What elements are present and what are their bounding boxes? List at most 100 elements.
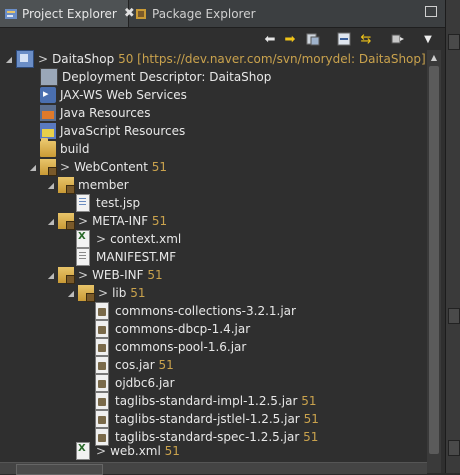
project-explorer-icon bbox=[5, 8, 17, 20]
tree-item-javascript-resources[interactable]: JavaScript Resources bbox=[28, 122, 185, 140]
tree-item-jar[interactable]: commons-collections-3.2.1.jar bbox=[91, 302, 296, 320]
tree-item-label: member bbox=[78, 178, 129, 192]
tree-item-jar[interactable]: ojdbc6.jar bbox=[91, 374, 175, 392]
tree-item-jar[interactable]: taglibs-standard-impl-1.2.5.jar 51 bbox=[91, 392, 316, 410]
tree-item-label: commons-pool-1.6.jar bbox=[115, 340, 247, 354]
view-toolbar: ⬅ ➡ ⇆ ▼ bbox=[0, 28, 445, 50]
vertical-scrollbar[interactable]: ▲ bbox=[427, 50, 441, 473]
tree-item-label: JAX-WS Web Services bbox=[60, 88, 187, 102]
tab-label: Package Explorer bbox=[152, 6, 256, 21]
window-controls bbox=[425, 6, 437, 17]
view-menu-icon[interactable] bbox=[390, 31, 406, 47]
tree-item-label: web.xml bbox=[110, 444, 161, 458]
svn-decoration: 51 bbox=[151, 160, 168, 174]
folder-icon bbox=[58, 213, 75, 230]
minimize-icon[interactable] bbox=[425, 6, 437, 17]
jar-file-icon bbox=[95, 374, 109, 392]
back-arrow-icon[interactable]: ⬅ bbox=[262, 31, 278, 47]
dirty-marker: > bbox=[38, 52, 49, 66]
expand-toggle-icon[interactable] bbox=[4, 50, 14, 68]
tree-item-label: build bbox=[60, 142, 90, 156]
tree-item-label: WEB-INF bbox=[92, 268, 144, 282]
dirty-marker: > bbox=[60, 160, 71, 174]
expand-toggle-icon[interactable] bbox=[28, 158, 38, 176]
web-folder-icon bbox=[40, 159, 57, 176]
jar-file-icon bbox=[95, 392, 109, 410]
tree-item-test-jsp[interactable]: test.jsp bbox=[72, 194, 140, 212]
svn-decoration: 51 bbox=[147, 268, 163, 282]
link-with-editor-icon[interactable] bbox=[305, 31, 321, 47]
text-file-icon bbox=[76, 248, 90, 266]
javascript-resources-icon bbox=[40, 123, 56, 139]
tree-item-label: cos.jar bbox=[115, 358, 155, 372]
tree-item-deployment-descriptor[interactable]: Deployment Descriptor: DaitaShop bbox=[28, 68, 271, 86]
side-button[interactable] bbox=[448, 34, 460, 50]
tree-item-label: ojdbc6.jar bbox=[115, 376, 175, 390]
tree-item-label: lib bbox=[112, 286, 127, 300]
tree-item-web-xml[interactable]: > web.xml 51 bbox=[72, 442, 180, 460]
expand-toggle-icon[interactable] bbox=[46, 176, 56, 194]
tree-item-webcontent[interactable]: > WebContent 51 bbox=[28, 158, 167, 176]
dirty-marker: > bbox=[96, 444, 107, 458]
view-tab-bar: Project Explorer ✖ Package Explorer bbox=[0, 0, 445, 28]
expand-toggle-icon[interactable] bbox=[46, 266, 56, 284]
bottom-panel-edge bbox=[0, 462, 427, 475]
tree-item-meta-inf[interactable]: > META-INF 51 bbox=[46, 212, 167, 230]
xml-file-icon bbox=[76, 442, 90, 460]
tree-item-label: context.xml bbox=[110, 232, 182, 246]
tree-item-label: JavaScript Resources bbox=[60, 124, 186, 138]
jar-file-icon bbox=[95, 320, 109, 338]
tree-item-label: Java Resources bbox=[60, 106, 151, 120]
svn-decoration: 51 bbox=[151, 214, 168, 228]
tree-item-label: WebContent bbox=[74, 160, 148, 174]
tree-item-lib[interactable]: > lib 51 bbox=[66, 284, 145, 302]
web-services-icon bbox=[40, 87, 56, 103]
tree-item-label: commons-dbcp-1.4.jar bbox=[115, 322, 251, 336]
tree-item-context-xml[interactable]: > context.xml bbox=[72, 230, 181, 248]
tree-item-label: test.jsp bbox=[96, 196, 141, 210]
tree-item-jar[interactable]: cos.jar 51 bbox=[91, 356, 174, 374]
tree-item-label: META-INF bbox=[92, 214, 149, 228]
svn-decoration: 51 bbox=[130, 286, 146, 300]
expand-toggle-icon[interactable] bbox=[66, 284, 76, 302]
tab-package-explorer[interactable]: Package Explorer bbox=[130, 0, 270, 27]
svn-decoration: 51 bbox=[158, 358, 174, 372]
tree-item-manifest[interactable]: MANIFEST.MF bbox=[72, 248, 176, 266]
svn-decoration: 50 [https://dev.naver.com/svn/morydel: D… bbox=[118, 52, 426, 66]
jar-file-icon bbox=[95, 356, 109, 374]
jsp-file-icon bbox=[76, 194, 90, 212]
chevron-down-icon[interactable]: ▼ bbox=[420, 31, 436, 47]
forward-arrow-icon[interactable]: ➡ bbox=[282, 31, 298, 47]
scroll-up-icon[interactable]: ▲ bbox=[427, 50, 441, 64]
sync-icon[interactable]: ⇆ bbox=[358, 31, 374, 47]
tree-item-member[interactable]: member bbox=[46, 176, 129, 194]
scrollbar-thumb[interactable] bbox=[429, 66, 439, 454]
collapse-all-icon[interactable] bbox=[336, 31, 352, 47]
tree-item-label: commons-collections-3.2.1.jar bbox=[115, 304, 296, 318]
deployment-descriptor-icon bbox=[40, 68, 58, 86]
tree-item-jaxws[interactable]: JAX-WS Web Services bbox=[28, 86, 187, 104]
tree-item-web-inf[interactable]: > WEB-INF 51 bbox=[46, 266, 163, 284]
folder-icon bbox=[58, 267, 75, 284]
folder-icon bbox=[78, 285, 95, 302]
expand-toggle-icon[interactable] bbox=[46, 212, 56, 230]
tree-item-jar[interactable]: commons-dbcp-1.4.jar bbox=[91, 320, 250, 338]
folder-icon bbox=[58, 177, 75, 194]
jar-file-icon bbox=[95, 302, 109, 320]
svn-decoration: 51 bbox=[164, 444, 180, 458]
tree-item-project[interactable]: > DaitaShop 50 [https://dev.naver.com/sv… bbox=[4, 50, 426, 68]
tree-item-java-resources[interactable]: Java Resources bbox=[28, 104, 150, 122]
jar-file-icon bbox=[95, 338, 109, 356]
folder-icon bbox=[40, 138, 56, 157]
svn-decoration: 51 bbox=[303, 430, 319, 444]
tree-item-build[interactable]: build bbox=[28, 138, 90, 158]
side-button[interactable] bbox=[448, 308, 460, 324]
tree-item-jar[interactable]: commons-pool-1.6.jar bbox=[91, 338, 246, 356]
dirty-marker: > bbox=[98, 286, 109, 300]
tab-project-explorer[interactable]: Project Explorer ✖ bbox=[0, 0, 135, 27]
next-view-tab[interactable] bbox=[16, 464, 103, 475]
project-icon bbox=[16, 50, 34, 68]
tree-item-label: DaitaShop bbox=[52, 52, 115, 66]
side-button[interactable] bbox=[448, 440, 460, 456]
tree-item-jar[interactable]: taglibs-standard-jstlel-1.2.5.jar 51 bbox=[91, 410, 319, 428]
